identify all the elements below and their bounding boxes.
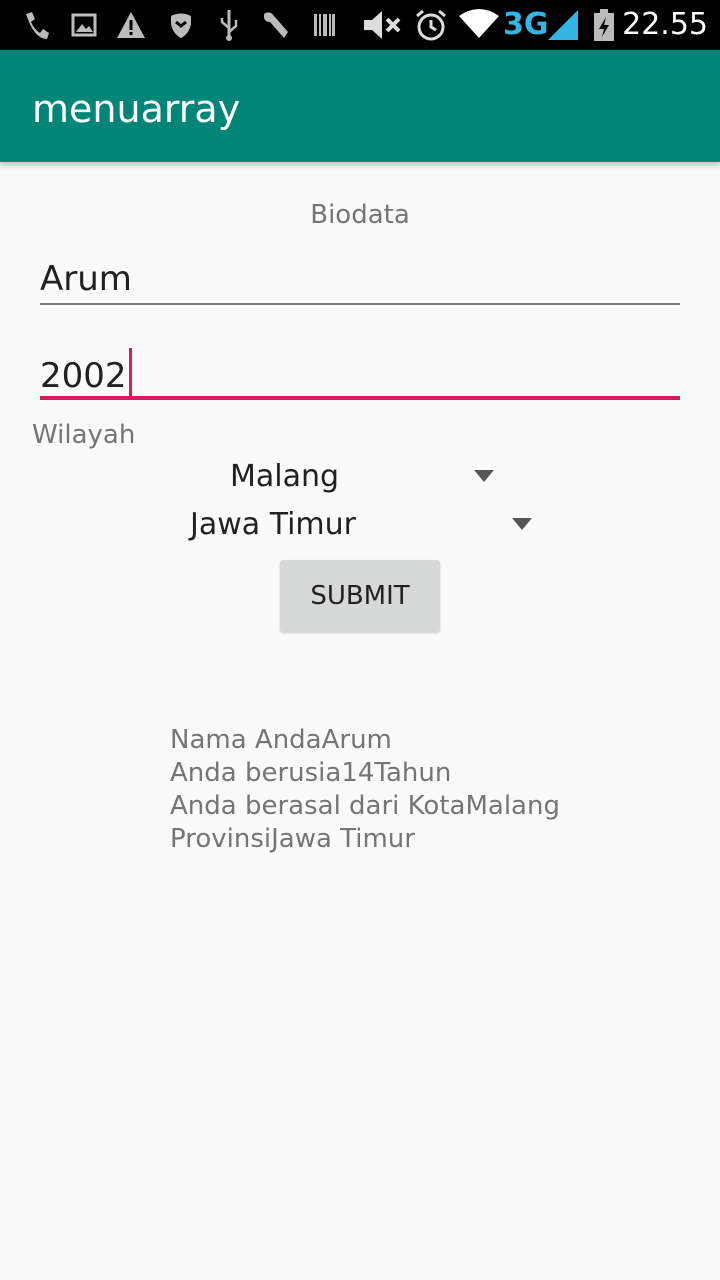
year-field-underline (40, 396, 680, 400)
city-spinner[interactable]: Malang (210, 454, 510, 500)
text-cursor (128, 348, 132, 396)
region-label: Wilayah (32, 420, 136, 450)
chevron-down-icon (512, 518, 532, 530)
submit-button[interactable]: SUBMIT (280, 560, 440, 632)
result-line-province: ProvinsiJawa Timur (170, 824, 415, 854)
chevron-down-icon (474, 470, 494, 482)
shield-icon (171, 13, 191, 38)
wrench-icon (263, 12, 288, 38)
result-line-city: Anda berasal dari KotaMalang (170, 791, 560, 821)
name-field[interactable]: Arum (40, 256, 680, 308)
year-field-value: 2002 (40, 348, 132, 397)
city-spinner-value: Malang (230, 459, 340, 494)
wifi-icon (459, 9, 499, 38)
image-icon (71, 13, 97, 37)
form-heading: Biodata (310, 200, 410, 230)
signal-icon (548, 10, 578, 40)
year-field-text: 2002 (40, 356, 127, 396)
usb-icon (220, 10, 238, 41)
warning-icon (117, 12, 145, 38)
name-field-underline (40, 303, 680, 305)
phone-icon (26, 12, 49, 39)
year-field[interactable]: 2002 (40, 342, 680, 402)
clock: 22.55 (622, 7, 708, 42)
province-spinner-value: Jawa Timur (190, 507, 356, 542)
app-title: menuarray (32, 87, 241, 131)
result-line-age: Anda berusia14Tahun (170, 758, 452, 788)
app-bar: menuarray (0, 50, 720, 162)
network-type: 3G (503, 7, 549, 42)
status-bar: 3G 22.55 (0, 0, 720, 50)
battery-icon (594, 9, 614, 41)
mute-icon (364, 11, 401, 39)
province-spinner[interactable]: Jawa Timur (170, 502, 550, 548)
alarm-icon (416, 9, 446, 41)
result-line-name: Nama AndaArum (170, 725, 392, 755)
name-field-value: Arum (40, 259, 132, 299)
barcode-icon (314, 14, 335, 36)
